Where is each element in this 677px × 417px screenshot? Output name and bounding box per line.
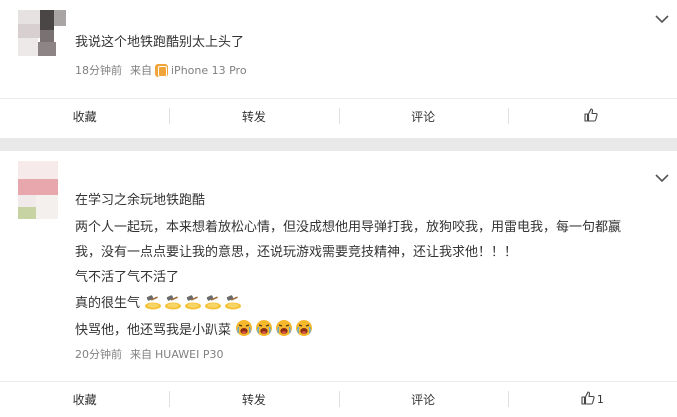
comment-line-with-emoji: 快骂他，他还骂我是小趴菜 xyxy=(75,319,315,340)
from-label: 来自 xyxy=(130,348,152,361)
comment-button[interactable]: 评论 xyxy=(338,382,508,416)
comment-line-with-emoji: 真的很生气 xyxy=(75,294,244,313)
angry-hammer-emoji-icon xyxy=(165,295,182,310)
emoji-row xyxy=(144,295,244,311)
action-bar: 收藏 转发 评论 1 xyxy=(0,382,677,416)
angry-hammer-emoji-icon xyxy=(185,295,202,310)
comment-line: 快骂他，他还骂我是小趴菜 xyxy=(75,323,232,338)
repost-button[interactable]: 转发 xyxy=(169,382,338,416)
angry-hammer-emoji-icon xyxy=(145,295,162,310)
avatar[interactable] xyxy=(18,10,70,62)
crying-emoji-icon xyxy=(296,320,313,336)
comment-time: 20分钟前 xyxy=(75,348,122,361)
action-bar: 收藏 转发 评论 xyxy=(0,99,677,133)
comment-line: 我，没有一点点要让我的意思，还说玩游戏需要竞技精神，还让我求他！！！ xyxy=(75,245,518,260)
crying-emoji-icon xyxy=(256,320,273,336)
like-button[interactable]: 1 xyxy=(507,382,677,416)
comment-line: 两个人一起玩，本来想着放松心情，但没成想他用导弹打我，放狗咬我，用雷电我，每一句… xyxy=(75,220,622,235)
avatar[interactable] xyxy=(18,161,58,219)
from-label: 来自 xyxy=(130,64,152,77)
comment-line: 气不活了气不活了 xyxy=(75,270,180,285)
crying-emoji-icon xyxy=(276,320,293,336)
comment-line: 在学习之余玩地铁跑酷 xyxy=(75,193,206,208)
comment-label: 评论 xyxy=(411,109,436,124)
thumbs-up-icon xyxy=(581,390,595,408)
repost-label: 转发 xyxy=(241,392,266,407)
chevron-down-icon[interactable] xyxy=(655,14,669,24)
comment-button[interactable]: 评论 xyxy=(338,99,508,133)
comment-meta: 18分钟前 来自 iPhone 13 Pro xyxy=(75,62,247,78)
repost-label: 转发 xyxy=(241,109,266,124)
like-count: 1 xyxy=(596,392,604,406)
comment-card: 在学习之余玩地铁跑酷 两个人一起玩，本来想着放松心情，但没成想他用导弹打我，放狗… xyxy=(0,151,677,417)
angry-hammer-emoji-icon xyxy=(205,295,222,310)
angry-hammer-emoji-icon xyxy=(225,295,242,310)
device-name[interactable]: iPhone 13 Pro xyxy=(171,64,247,77)
comment-label: 评论 xyxy=(411,392,436,407)
thumbs-up-icon xyxy=(584,107,599,125)
device-name[interactable]: HUAWEI P30 xyxy=(155,348,223,361)
crying-emoji-icon xyxy=(236,320,253,336)
comment-text: 我说这个地铁跑酷别太上头了 xyxy=(75,35,245,50)
comment-time: 18分钟前 xyxy=(75,64,122,77)
collect-label: 收藏 xyxy=(72,392,97,407)
comment-line: 真的很生气 xyxy=(75,296,141,311)
repost-button[interactable]: 转发 xyxy=(169,99,338,133)
emoji-row xyxy=(235,320,315,338)
collect-button[interactable]: 收藏 xyxy=(0,382,169,416)
like-button[interactable] xyxy=(507,99,677,133)
weibo-app-badge-icon xyxy=(155,63,168,77)
collect-button[interactable]: 收藏 xyxy=(0,99,169,133)
comment-meta: 20分钟前 来自 HUAWEI P30 xyxy=(75,346,223,362)
collect-label: 收藏 xyxy=(72,109,97,124)
chevron-down-icon[interactable] xyxy=(655,173,669,183)
comment-card: 我说这个地铁跑酷别太上头了 18分钟前 来自 iPhone 13 Pro 收藏 … xyxy=(0,0,677,138)
